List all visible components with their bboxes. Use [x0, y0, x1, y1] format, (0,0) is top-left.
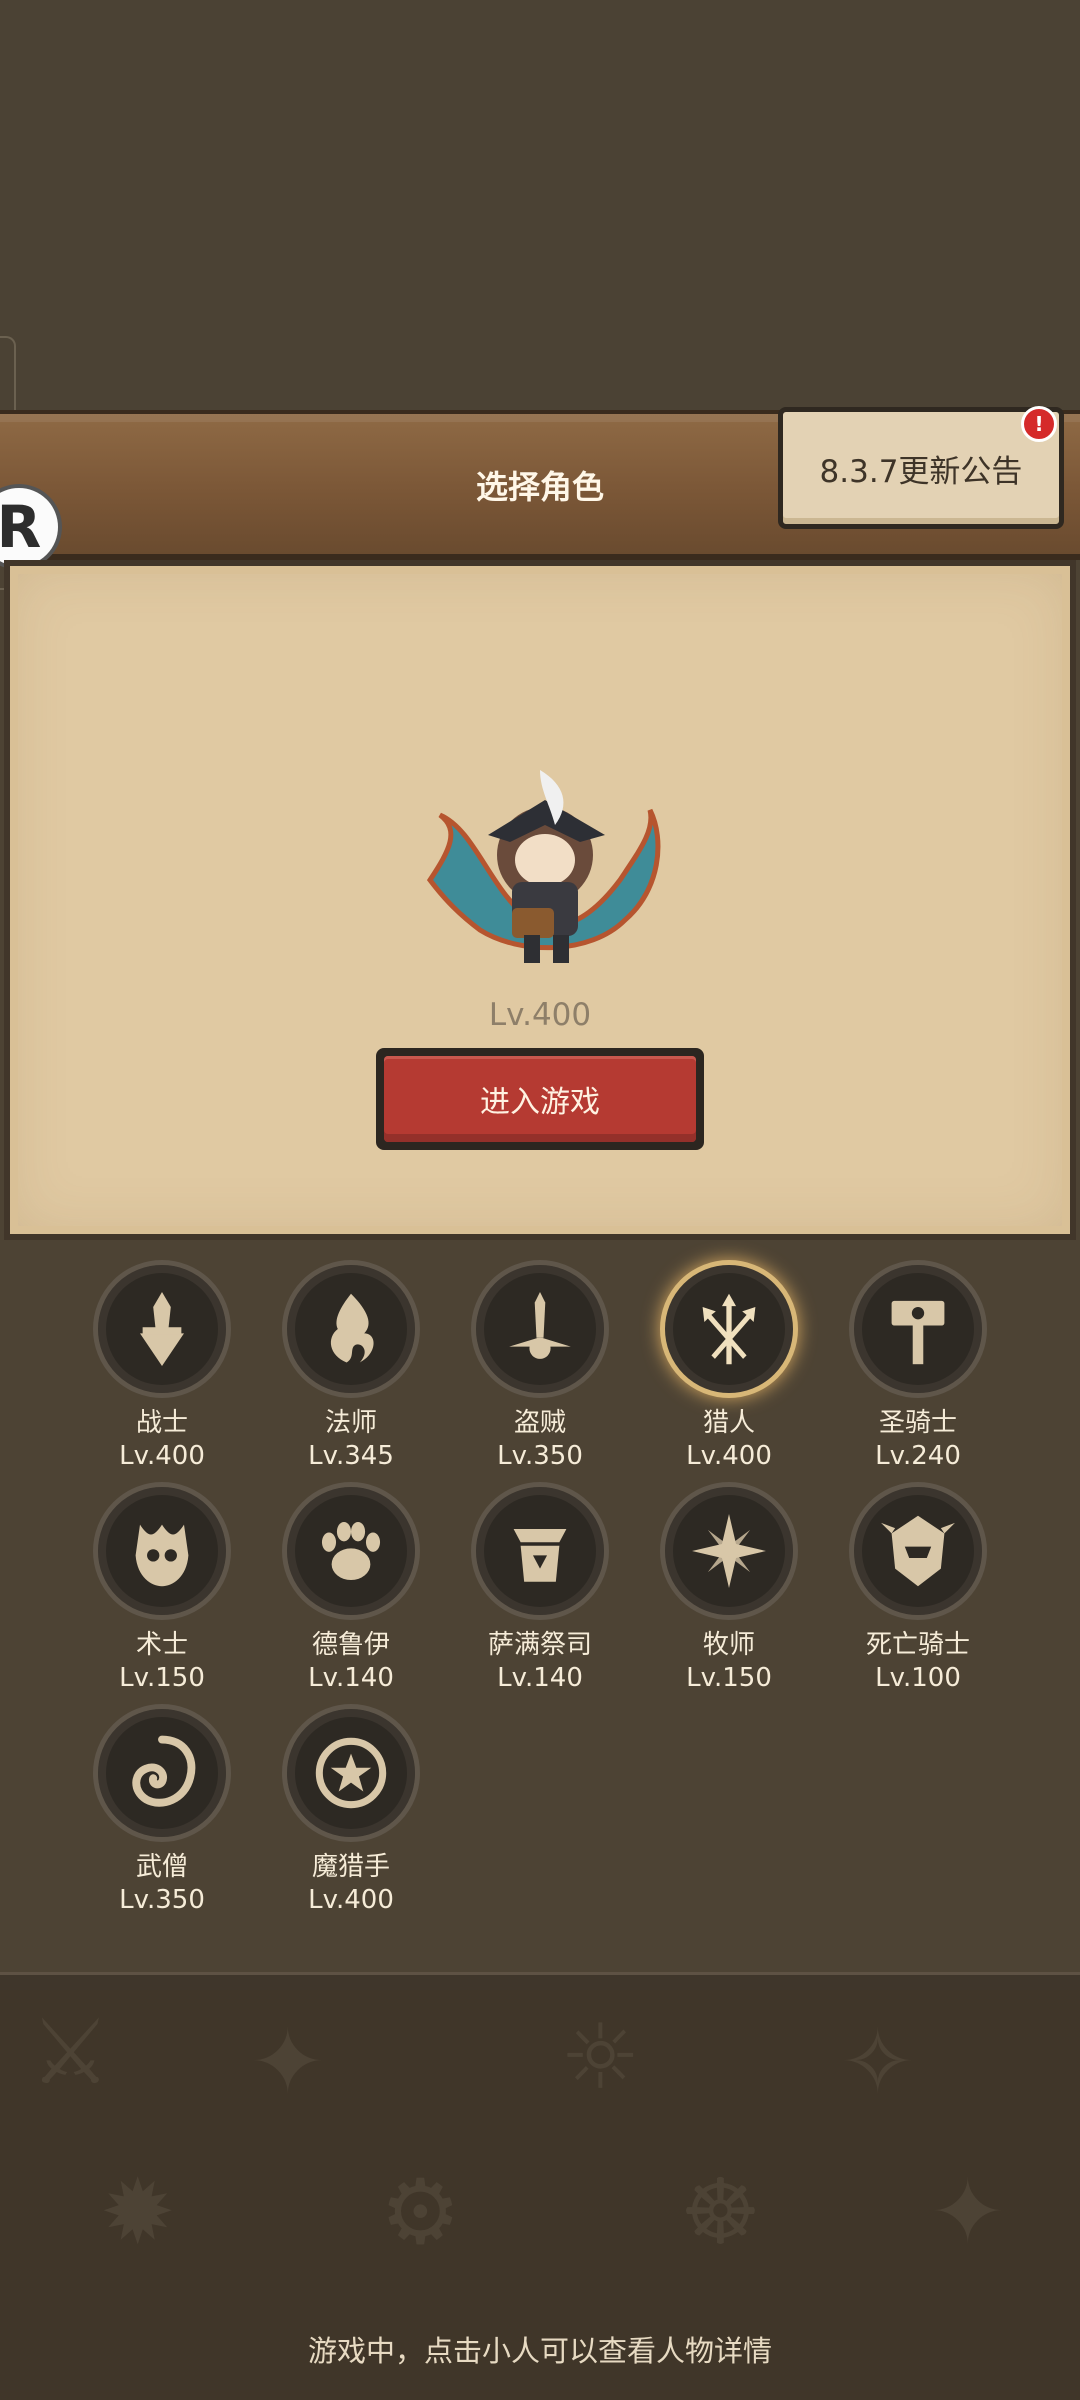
update-notice-label: 8.3.7更新公告: [819, 453, 1023, 490]
bg-decor-icon: ☸: [680, 2160, 761, 2265]
bg-decor-icon: ✦: [930, 2160, 1006, 2265]
footer-hint: 游戏中，点击小人可以查看人物详情: [307, 2334, 772, 2368]
bg-decor-icon: ✹: [100, 2160, 176, 2265]
hunter-character[interactable]: [420, 770, 670, 990]
class-level: Lv.240: [875, 1441, 961, 1471]
class-level: Lv.140: [497, 1663, 583, 1693]
class-priest[interactable]: 牧师 Lv.150: [634, 1482, 824, 1702]
class-name: 盗贼: [513, 1408, 566, 1438]
class-demon-hunter[interactable]: 魔猎手 Lv.400: [256, 1704, 446, 1924]
class-level: Lv.345: [308, 1441, 394, 1471]
class-warrior[interactable]: 战士 Lv.400: [67, 1260, 257, 1480]
flame-icon: [282, 1260, 420, 1398]
class-name: 萨满祭司: [487, 1630, 592, 1660]
helmet-icon: [849, 1482, 987, 1620]
class-name: 武僧: [135, 1852, 188, 1882]
class-death-knight[interactable]: 死亡骑士 Lv.100: [823, 1482, 1013, 1702]
class-name: 魔猎手: [311, 1852, 390, 1882]
notice-alert-badge: !: [1021, 406, 1057, 442]
class-selection-grid: 战士 Lv.400 法师 Lv.345 盗贼 Lv.350 猎人 Lv.400 …: [0, 1260, 1080, 1980]
class-hunter[interactable]: 猎人 Lv.400: [634, 1260, 824, 1480]
swirl-icon: [93, 1704, 231, 1842]
class-name: 牧师: [702, 1630, 755, 1660]
bg-decor-icon: ⚔: [30, 2000, 111, 2105]
class-name: 死亡骑士: [865, 1630, 970, 1660]
class-level: Lv.350: [497, 1441, 583, 1471]
hammer-icon: [849, 1260, 987, 1398]
bg-decor-icon: ✦: [250, 2010, 326, 2115]
daggers-icon: [471, 1260, 609, 1398]
skull-icon: [93, 1482, 231, 1620]
bg-decor-icon: ⚙: [380, 2160, 461, 2265]
class-name: 猎人: [702, 1408, 755, 1438]
class-level: Lv.350: [119, 1885, 205, 1915]
star-burst-icon: [660, 1482, 798, 1620]
class-shaman[interactable]: 萨满祭司 Lv.140: [445, 1482, 635, 1702]
arrows-icon: [660, 1260, 798, 1398]
class-level: Lv.150: [119, 1663, 205, 1693]
bg-decor-icon: ✧: [840, 2010, 916, 2115]
class-name: 圣骑士: [878, 1408, 957, 1438]
class-druid[interactable]: 德鲁伊 Lv.140: [256, 1482, 446, 1702]
top-background: [0, 0, 1080, 410]
class-monk[interactable]: 武僧 Lv.350: [67, 1704, 257, 1924]
class-warlock[interactable]: 术士 Lv.150: [67, 1482, 257, 1702]
class-mage[interactable]: 法师 Lv.345: [256, 1260, 446, 1480]
class-level: Lv.140: [308, 1663, 394, 1693]
demon-star-icon: [282, 1704, 420, 1842]
enter-game-label: 进入游戏: [384, 1056, 696, 1142]
class-name: 德鲁伊: [311, 1630, 390, 1660]
bg-decor-icon: ☼: [560, 2005, 641, 2110]
class-level: Lv.400: [119, 1441, 205, 1471]
class-rogue[interactable]: 盗贼 Lv.350: [445, 1260, 635, 1480]
class-level: Lv.150: [686, 1663, 772, 1693]
class-level: Lv.100: [875, 1663, 961, 1693]
selected-character-level: Lv.400: [488, 997, 592, 1033]
sword-icon: [93, 1260, 231, 1398]
class-level: Lv.400: [308, 1885, 394, 1915]
paw-icon: [282, 1482, 420, 1620]
class-level: Lv.400: [686, 1441, 772, 1471]
class-name: 战士: [135, 1408, 188, 1438]
enter-game-button[interactable]: 进入游戏: [376, 1048, 704, 1150]
class-name: 法师: [324, 1408, 377, 1438]
class-name: 术士: [135, 1630, 188, 1660]
totem-icon: [471, 1482, 609, 1620]
class-paladin[interactable]: 圣骑士 Lv.240: [823, 1260, 1013, 1480]
